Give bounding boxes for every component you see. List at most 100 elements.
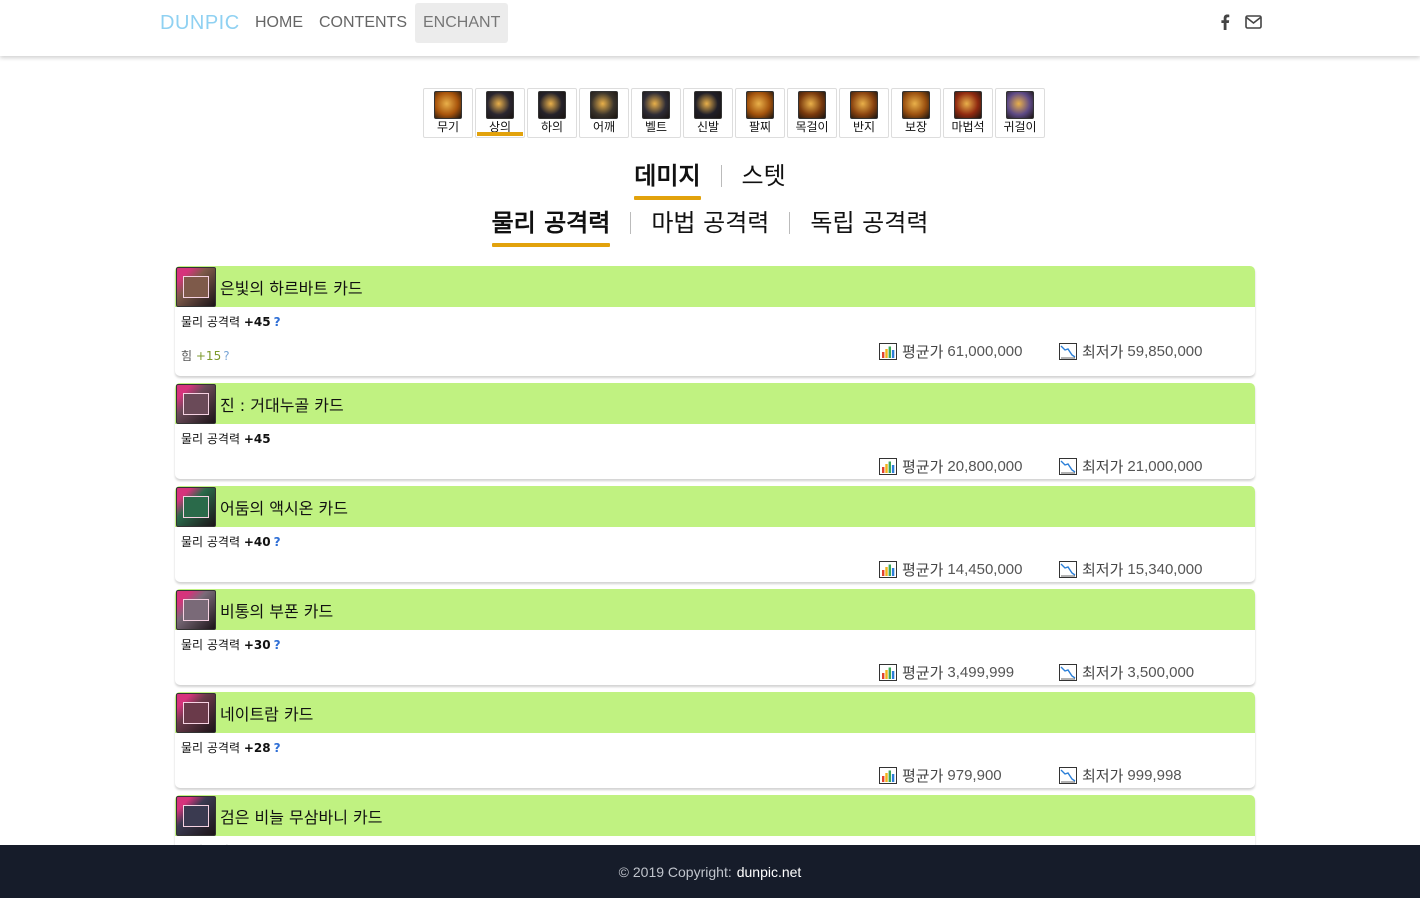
slot-belt[interactable]: 벨트 (631, 88, 681, 138)
lowest-price: 최저가 15,340,000 (1059, 559, 1255, 580)
stat-line: 물리 공격력 +45? (175, 307, 1255, 333)
price-label: 평균가 (902, 344, 944, 361)
slot-bottom-armor[interactable]: 하의 (527, 88, 577, 138)
enchant-card[interactable]: 네이트람 카드물리 공격력 +28? 평균가 979,900 최저가 999,998 (175, 692, 1255, 788)
enchant-card[interactable]: 은빛의 하르바트 카드 물리 공격력 +45? 힘 +15? 평균가 61,000,00… (175, 266, 1255, 376)
price-row: 평균가 3,499,999 최저가 3,500,000 (879, 662, 1255, 683)
price-label: 평균가 (902, 459, 944, 476)
help-icon[interactable]: ? (274, 638, 281, 652)
price-value: 61,000,000 (947, 343, 1023, 360)
card-name[interactable]: 어둠의 액시온 카드 (220, 495, 348, 519)
tab-main-1[interactable]: 스텟 (742, 156, 786, 195)
average-price: 평균가 979,900 (879, 765, 1059, 786)
price-label: 최저가 (1082, 344, 1124, 361)
slot-label: 귀걸이 (1003, 120, 1037, 134)
line-chart-icon (1059, 767, 1077, 784)
price-row: 평균가 979,900 최저가 999,998 (879, 765, 1255, 786)
support-icon (902, 91, 930, 119)
card-name[interactable]: 비통의 부폰 카드 (220, 598, 333, 622)
slot-support[interactable]: 보장 (891, 88, 941, 138)
help-icon[interactable]: ? (274, 535, 281, 549)
stat-value: +30 (243, 638, 271, 652)
footer: © 2019 Copyright: dunpic.net (0, 845, 1420, 898)
stat-value: +45 (243, 432, 271, 446)
card-art-frame (183, 275, 209, 298)
stat-label: 물리 공격력 (181, 535, 241, 549)
card-art-icon (176, 692, 216, 733)
slot-label: 반지 (852, 120, 876, 134)
card-name[interactable]: 네이트람 카드 (220, 701, 313, 725)
price-value: 59,850,000 (1127, 343, 1203, 360)
card-name[interactable]: 은빛의 하르바트 카드 (220, 275, 363, 299)
tab-main-0[interactable]: 데미지 (634, 156, 701, 200)
enchant-card[interactable]: 비통의 부폰 카드물리 공격력 +30? 평균가 3,499,999 최저가 3,500… (175, 589, 1255, 685)
nav-enchant[interactable]: ENCHANT (415, 3, 509, 43)
lowest-price: 최저가 21,000,000 (1059, 456, 1255, 477)
top-navbar: DUNPIC HOME CONTENTS ENCHANT (0, 0, 1420, 56)
average-price: 평균가 61,000,000 (879, 341, 1059, 362)
price-label: 최저가 (1082, 562, 1124, 579)
tab-separator (789, 211, 791, 234)
slot-magic-stone[interactable]: 마법석 (943, 88, 993, 138)
sub-tab-group: 물리 공격력 마법 공격력 독립 공격력 (0, 203, 1420, 247)
card-art-icon (176, 383, 216, 424)
sub-help-icon[interactable]: ? (223, 349, 229, 363)
shoes-icon (694, 91, 722, 119)
card-body: 물리 공격력 +28? 평균가 979,900 최저가 999,998 (175, 733, 1255, 788)
average-price: 평균가 3,499,999 (879, 662, 1059, 683)
bar-chart-icon (879, 343, 897, 360)
price-row: 평균가 20,800,000 최저가 21,000,000 (879, 456, 1255, 477)
weapon-icon (434, 91, 462, 119)
slot-shoulder[interactable]: 어깨 (579, 88, 629, 138)
price-value: 999,998 (1127, 767, 1182, 784)
tab-sub-2[interactable]: 독립 공격력 (810, 203, 928, 242)
stat-value: +28 (243, 741, 271, 755)
card-name[interactable]: 진 : 거대누골 카드 (220, 392, 344, 416)
enchant-card[interactable]: 진 : 거대누골 카드 물리 공격력 +45 평균가 20,800,000 최저가 21,… (175, 383, 1255, 479)
tab-sub-1[interactable]: 마법 공격력 (651, 203, 769, 242)
slot-shoes[interactable]: 신발 (683, 88, 733, 138)
line-chart-icon (1059, 561, 1077, 578)
help-icon[interactable]: ? (274, 741, 281, 755)
stat-line: 물리 공격력 +28? (175, 733, 1255, 759)
average-price: 평균가 14,450,000 (879, 559, 1059, 580)
facebook-icon[interactable] (1215, 12, 1235, 32)
mail-icon[interactable] (1243, 12, 1263, 32)
slot-top-armor[interactable]: 상의 (475, 88, 525, 138)
price-label: 최저가 (1082, 768, 1124, 785)
tab-separator (720, 164, 722, 187)
footer-site-link[interactable]: dunpic.net (737, 864, 802, 880)
slot-label: 어깨 (592, 120, 616, 134)
enchant-card[interactable]: 어둠의 액시온 카드 물리 공격력 +40? 평균가 14,450,000 최저가 15,… (175, 486, 1255, 582)
brand-logo[interactable]: DUNPIC (160, 12, 240, 35)
slot-label: 마법석 (951, 120, 985, 134)
stat-value: +45 (243, 315, 271, 329)
price-label: 최저가 (1082, 459, 1124, 476)
slot-weapon[interactable]: 무기 (423, 88, 473, 138)
help-icon[interactable]: ? (274, 315, 281, 329)
card-art-frame (183, 701, 209, 724)
nav-links: HOME CONTENTS ENCHANT (247, 3, 509, 43)
price-label: 평균가 (902, 562, 944, 579)
card-art-frame (183, 392, 209, 415)
slot-necklace[interactable]: 목걸이 (787, 88, 837, 138)
slot-earring[interactable]: 귀걸이 (995, 88, 1045, 138)
slot-label: 벨트 (644, 120, 668, 134)
top-armor-icon (486, 91, 514, 119)
nav-contents[interactable]: CONTENTS (311, 3, 415, 43)
tab-sub-0[interactable]: 물리 공격력 (491, 203, 610, 247)
nav-home[interactable]: HOME (247, 3, 311, 43)
slot-ring[interactable]: 반지 (839, 88, 889, 138)
card-art-icon (176, 795, 216, 836)
slot-bracelet[interactable]: 팔찌 (735, 88, 785, 138)
bar-chart-icon (879, 458, 897, 475)
card-header: 네이트람 카드 (175, 692, 1255, 733)
main-tab-group: 데미지 스텟 (0, 156, 1420, 200)
card-name[interactable]: 검은 비늘 무삼바니 카드 (220, 804, 382, 828)
price-value: 20,800,000 (947, 458, 1023, 475)
card-header: 검은 비늘 무삼바니 카드 (175, 795, 1255, 836)
average-price: 평균가 20,800,000 (879, 456, 1059, 477)
card-body: 물리 공격력 +30? 평균가 3,499,999 최저가 3,500,000 (175, 630, 1255, 685)
earring-icon (1006, 91, 1034, 119)
stat-label: 물리 공격력 (181, 638, 241, 652)
